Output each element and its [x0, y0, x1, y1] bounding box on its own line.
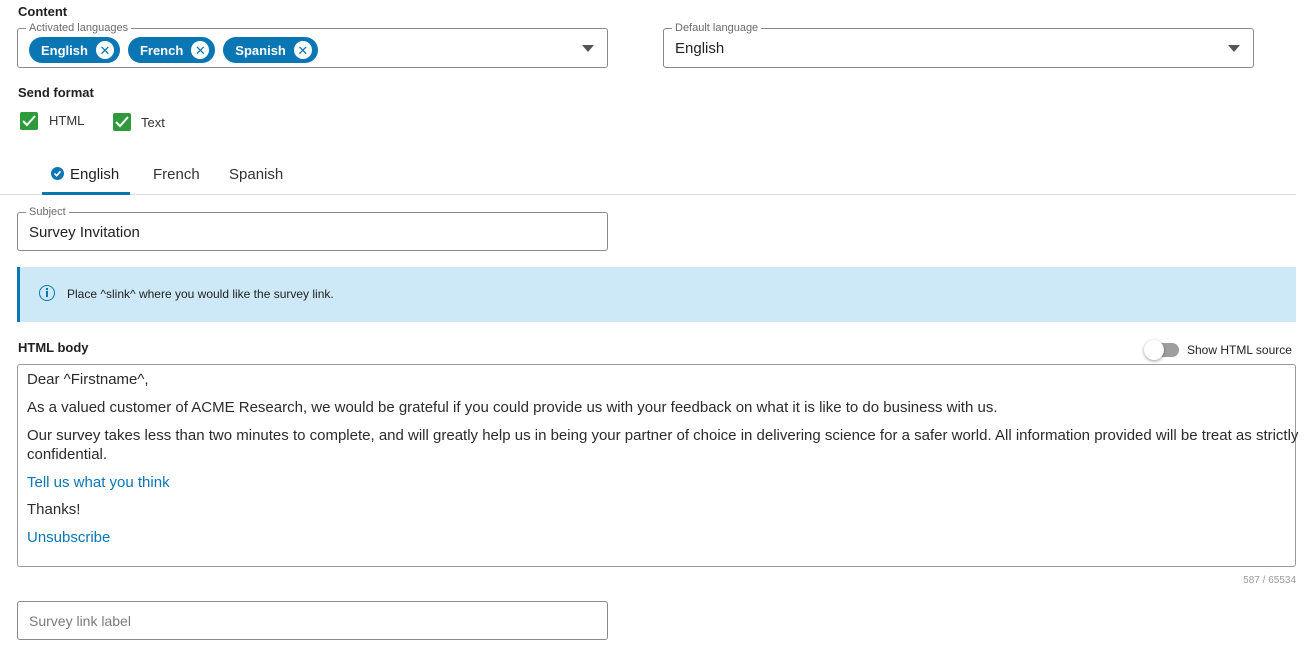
chip-french: French ✕: [127, 37, 216, 63]
tab-english-label: English: [70, 166, 120, 183]
tell-us-link[interactable]: Tell us what you think: [27, 473, 170, 493]
html-body-label: HTML body: [18, 340, 89, 355]
editor-thanks: Thanks!: [27, 501, 81, 518]
tabs-divider: [0, 194, 1296, 195]
editor-greeting: Dear ^Firstname^,: [27, 371, 149, 388]
chip-english-label: English: [41, 42, 88, 58]
html-checkbox[interactable]: [20, 112, 38, 130]
remove-french-icon[interactable]: ✕: [191, 41, 210, 59]
chevron-down-icon[interactable]: [1228, 45, 1240, 52]
chevron-down-icon[interactable]: [582, 45, 594, 52]
editor-paragraph-2: Our survey takes less than two minutes t…: [27, 427, 1299, 444]
check-icon: [115, 116, 129, 128]
info-icon: [39, 285, 55, 301]
html-body-editor[interactable]: Dear ^Firstname^, As a valued customer o…: [17, 364, 1299, 567]
content-section-label: Content: [18, 4, 68, 19]
language-chips: English ✕ French ✕ Spanish ✕: [29, 37, 326, 63]
chip-french-label: French: [139, 42, 184, 58]
subject-field[interactable]: Subject Survey Invitation: [17, 206, 608, 251]
default-language-select[interactable]: Default language English: [663, 22, 1254, 68]
subject-legend: Subject: [26, 206, 69, 218]
info-banner: Place ^slink^ where you would like the s…: [17, 267, 1296, 322]
active-tab-indicator: [42, 192, 130, 195]
check-icon: [22, 115, 36, 127]
remove-spanish-icon[interactable]: ✕: [293, 41, 312, 59]
info-text: Place ^slink^ where you would like the s…: [67, 287, 334, 301]
toggle-knob: [1144, 340, 1164, 360]
unsubscribe-link[interactable]: Unsubscribe: [27, 528, 110, 548]
editor-paragraph-2-cont: confidential.: [27, 446, 108, 463]
chip-spanish-label: Spanish: [235, 42, 286, 58]
subject-value: Survey Invitation: [29, 224, 140, 241]
send-format-label: Send format: [18, 85, 94, 100]
tab-english[interactable]: English: [51, 166, 119, 183]
editor-paragraph-1: As a valued customer of ACME Research, w…: [27, 399, 998, 416]
html-checkbox-label: HTML: [49, 113, 85, 128]
show-html-source-label: Show HTML source: [1187, 343, 1292, 357]
survey-link-label-placeholder: Survey link label: [29, 613, 131, 629]
char-count: 587 / 65534: [1243, 575, 1296, 586]
check-circle-icon: [51, 167, 64, 180]
show-html-source-toggle[interactable]: [1144, 340, 1179, 360]
text-checkbox[interactable]: [113, 113, 131, 131]
tab-spanish[interactable]: Spanish: [229, 166, 283, 183]
activated-languages-select[interactable]: Activated languages English ✕ French ✕ S…: [17, 22, 608, 68]
remove-english-icon[interactable]: ✕: [95, 41, 114, 59]
tab-french[interactable]: French: [153, 166, 200, 183]
chip-english: English ✕: [29, 37, 120, 63]
activated-languages-legend: Activated languages: [26, 22, 132, 34]
survey-link-label-field[interactable]: Survey link label: [17, 601, 608, 640]
text-checkbox-label: Text: [141, 115, 165, 130]
default-language-legend: Default language: [672, 22, 762, 34]
chip-spanish: Spanish ✕: [223, 37, 318, 63]
default-language-value: English: [675, 40, 725, 57]
